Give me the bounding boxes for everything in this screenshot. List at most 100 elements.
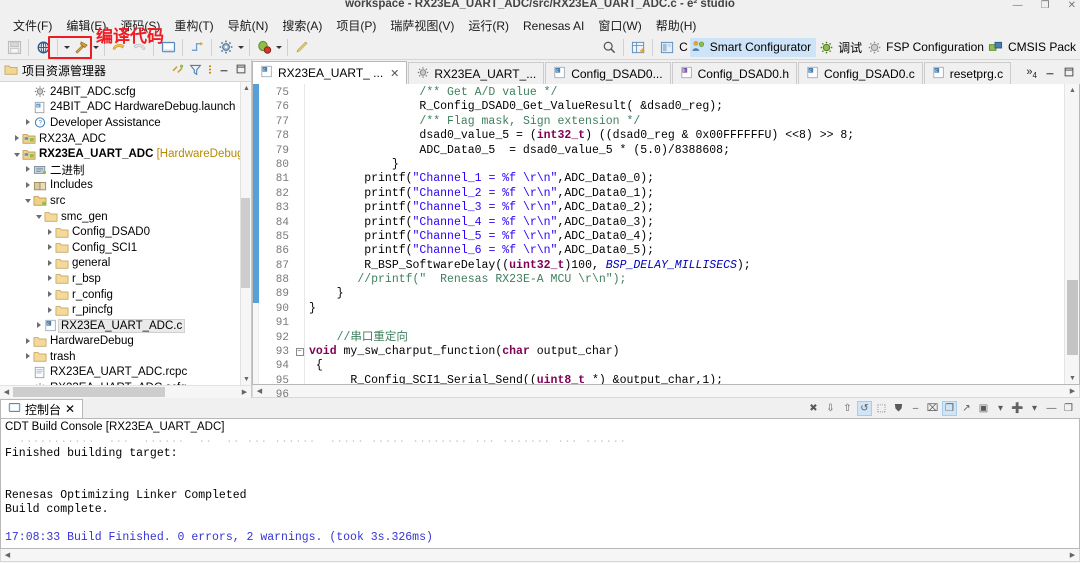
scroll-down-arrow[interactable]: ▼ <box>241 373 251 385</box>
editor-folding-column[interactable]: − <box>295 84 305 384</box>
editor-scroll-up-arrow[interactable]: ▲ <box>1065 84 1080 96</box>
code-line[interactable]: printf("Channel_2 = %f \r\n",ADC_Data0_1… <box>305 187 1064 201</box>
tree-item-label[interactable]: HardwareDebug <box>47 335 134 347</box>
build-all-icon[interactable] <box>33 38 53 57</box>
tree-item[interactable]: r_pincfg <box>0 302 251 318</box>
editor-scroll-down-arrow[interactable]: ▼ <box>1065 372 1080 384</box>
code-line[interactable]: printf("Channel_4 = %f \r\n",ADC_Data0_3… <box>305 216 1064 230</box>
clear-console-icon[interactable]: ⬚ <box>874 401 889 416</box>
chevron-right-icon[interactable] <box>22 337 33 346</box>
chevron-down-icon[interactable] <box>22 196 33 205</box>
console-hscroll-right-arrow[interactable]: ▶ <box>1066 550 1079 561</box>
project-tree[interactable]: 24BIT_ADC.scfg x 24BIT_ADC HardwareDebug.l… <box>0 82 251 385</box>
editor-code-content[interactable]: /** Get A/D value */ R_Config_DSAD0_Get_… <box>305 84 1064 384</box>
menu-item-6[interactable]: 项目(P) <box>329 16 383 35</box>
tree-item[interactable]: r_bsp <box>0 271 251 287</box>
minimize-view-icon[interactable]: — <box>1044 401 1059 416</box>
tree-item-label[interactable]: RX23A_ADC <box>36 133 106 145</box>
code-line[interactable]: /** Flag mask, Sign extension */ <box>305 115 1064 129</box>
scroll-lock-icon[interactable]: ↺ <box>857 401 872 416</box>
code-line[interactable]: } <box>305 302 1064 316</box>
tree-item-label[interactable]: Includes <box>47 179 93 191</box>
editor-scroll-thumb[interactable] <box>1067 280 1078 355</box>
tree-item[interactable]: trash <box>0 349 251 365</box>
tree-item-label[interactable]: Config_SCI1 <box>69 242 137 254</box>
tree-item[interactable]: RX23A_ADC <box>0 131 251 147</box>
menu-item-0[interactable]: 文件(F) <box>6 16 59 35</box>
chevron-down-icon[interactable] <box>33 212 44 221</box>
close-button[interactable]: ✕ <box>1068 0 1076 12</box>
console-tab[interactable]: 控制台 ✕ <box>0 399 84 418</box>
tree-item[interactable]: 24BIT_ADC.scfg <box>0 84 251 100</box>
open-console-icon[interactable]: ↗ <box>959 401 974 416</box>
code-line[interactable]: printf("Channel_1 = %f \r\n",ADC_Data0_0… <box>305 172 1064 186</box>
code-line[interactable]: //串口重定向 <box>305 331 1064 345</box>
debug-perspective-icon[interactable] <box>816 38 836 57</box>
editor-tab-0[interactable]: c RX23EA_UART_ ... ✕ <box>252 61 408 84</box>
code-line[interactable]: printf("Channel_6 = %f \r\n",ADC_Data0_5… <box>305 244 1064 258</box>
pin-console-icon[interactable]: ⛊ <box>891 401 906 416</box>
console-hscroll-left-arrow[interactable]: ◀ <box>1 550 14 561</box>
tree-item[interactable]: x 24BIT_ADC HardwareDebug.launch <box>0 100 251 116</box>
new-perspective-icon[interactable] <box>628 38 648 57</box>
editor-vertical-scrollbar[interactable]: ▲ ▼ <box>1064 84 1079 384</box>
console-horizontal-scrollbar[interactable]: ◀ ▶ <box>0 549 1080 562</box>
fsp-configuration-label[interactable]: FSP Configuration <box>884 40 986 54</box>
code-line[interactable]: //printf(" Renesas RX23E-A MCU \r\n"); <box>305 273 1064 287</box>
chevron-right-icon[interactable] <box>44 290 55 299</box>
tree-item-label[interactable]: RX23EA_UART_ADC [HardwareDebug] <box>36 148 247 160</box>
scroll-down-icon[interactable]: ⇩ <box>823 401 838 416</box>
project-tree-scroll-thumb[interactable] <box>241 198 250 288</box>
chevron-right-icon[interactable] <box>33 321 44 330</box>
debug-perspective-label[interactable]: 调试 <box>836 39 864 56</box>
chevron-right-icon[interactable] <box>44 274 55 283</box>
project-explorer-tab[interactable]: 项目资源管理器 <box>0 60 251 82</box>
tree-item-label[interactable]: RX23EA_UART_ADC.rcpc <box>47 366 187 378</box>
tree-item[interactable]: HardwareDebug <box>0 334 251 350</box>
hscroll-thumb[interactable] <box>13 387 165 397</box>
minimize-view-icon[interactable] <box>1044 66 1056 81</box>
build-settings-icon[interactable] <box>216 38 236 57</box>
editor-tab-overflow[interactable]: »4 <box>1026 66 1037 80</box>
build-hammer-icon[interactable] <box>71 38 91 57</box>
minimize-button[interactable]: — <box>1013 0 1023 12</box>
editor-tab-2[interactable]: c Config_DSAD0... <box>545 62 671 84</box>
fold-toggle-icon[interactable]: − <box>295 345 304 359</box>
tree-item-label[interactable]: 24BIT_ADC.scfg <box>47 86 136 98</box>
tree-item[interactable]: RX23EA_UART_ADC.rcpc <box>0 365 251 381</box>
maximize-view-icon[interactable]: ❐ <box>1061 401 1076 416</box>
build-settings-caret[interactable] <box>236 38 245 57</box>
close-icon[interactable]: ✕ <box>65 402 75 416</box>
tree-item[interactable]: r_config <box>0 287 251 303</box>
tree-item-label[interactable]: Developer Assistance <box>47 117 161 129</box>
tree-item-label[interactable]: 24BIT_ADC HardwareDebug.launch <box>47 101 235 113</box>
editor-horizontal-scrollbar[interactable]: ◀ ▶ <box>252 385 1080 398</box>
tree-item[interactable]: c RX23EA_UART_ADC.c <box>0 318 251 334</box>
tree-item-label[interactable]: RX23EA_UART_ADC.scfg <box>47 382 187 385</box>
tree-item-label[interactable]: general <box>69 257 110 269</box>
code-line[interactable]: /** Get A/D value */ <box>305 86 1064 100</box>
new-console-icon[interactable]: ➕ <box>1010 401 1025 416</box>
menu-item-7[interactable]: 瑞萨视图(V) <box>383 16 461 35</box>
chevron-right-icon[interactable] <box>22 118 33 127</box>
tree-item-label[interactable]: trash <box>47 351 76 363</box>
tree-item-label[interactable]: r_bsp <box>69 273 101 285</box>
tree-item[interactable]: Config_DSAD0 <box>0 224 251 240</box>
menu-item-8[interactable]: 运行(R) <box>461 16 516 35</box>
editor-tab-4[interactable]: c Config_DSAD0.c <box>798 62 923 84</box>
maximize-view-icon[interactable] <box>1063 66 1075 81</box>
editor-hscroll-right-arrow[interactable]: ▶ <box>1066 386 1079 397</box>
pencil-icon[interactable] <box>292 38 312 57</box>
word-wrap-icon[interactable]: ❐ <box>942 401 957 416</box>
tree-item[interactable]: smc_gen <box>0 209 251 225</box>
tree-item-label[interactable]: src <box>47 195 65 207</box>
scroll-up-arrow[interactable]: ▲ <box>241 82 251 94</box>
code-line[interactable]: R_Config_SCI1_Serial_Send((uint8_t *) &o… <box>305 374 1064 384</box>
tree-item[interactable]: ? Developer Assistance <box>0 115 251 131</box>
build-dropdown-left-caret[interactable] <box>62 38 71 57</box>
code-line[interactable]: R_BSP_SoftwareDelay((uint32_t)100, BSP_D… <box>305 259 1064 273</box>
tree-item-label[interactable]: smc_gen <box>58 211 108 223</box>
filter-icon[interactable] <box>189 63 202 79</box>
chevron-right-icon[interactable] <box>44 243 55 252</box>
tree-item[interactable]: general <box>0 256 251 272</box>
